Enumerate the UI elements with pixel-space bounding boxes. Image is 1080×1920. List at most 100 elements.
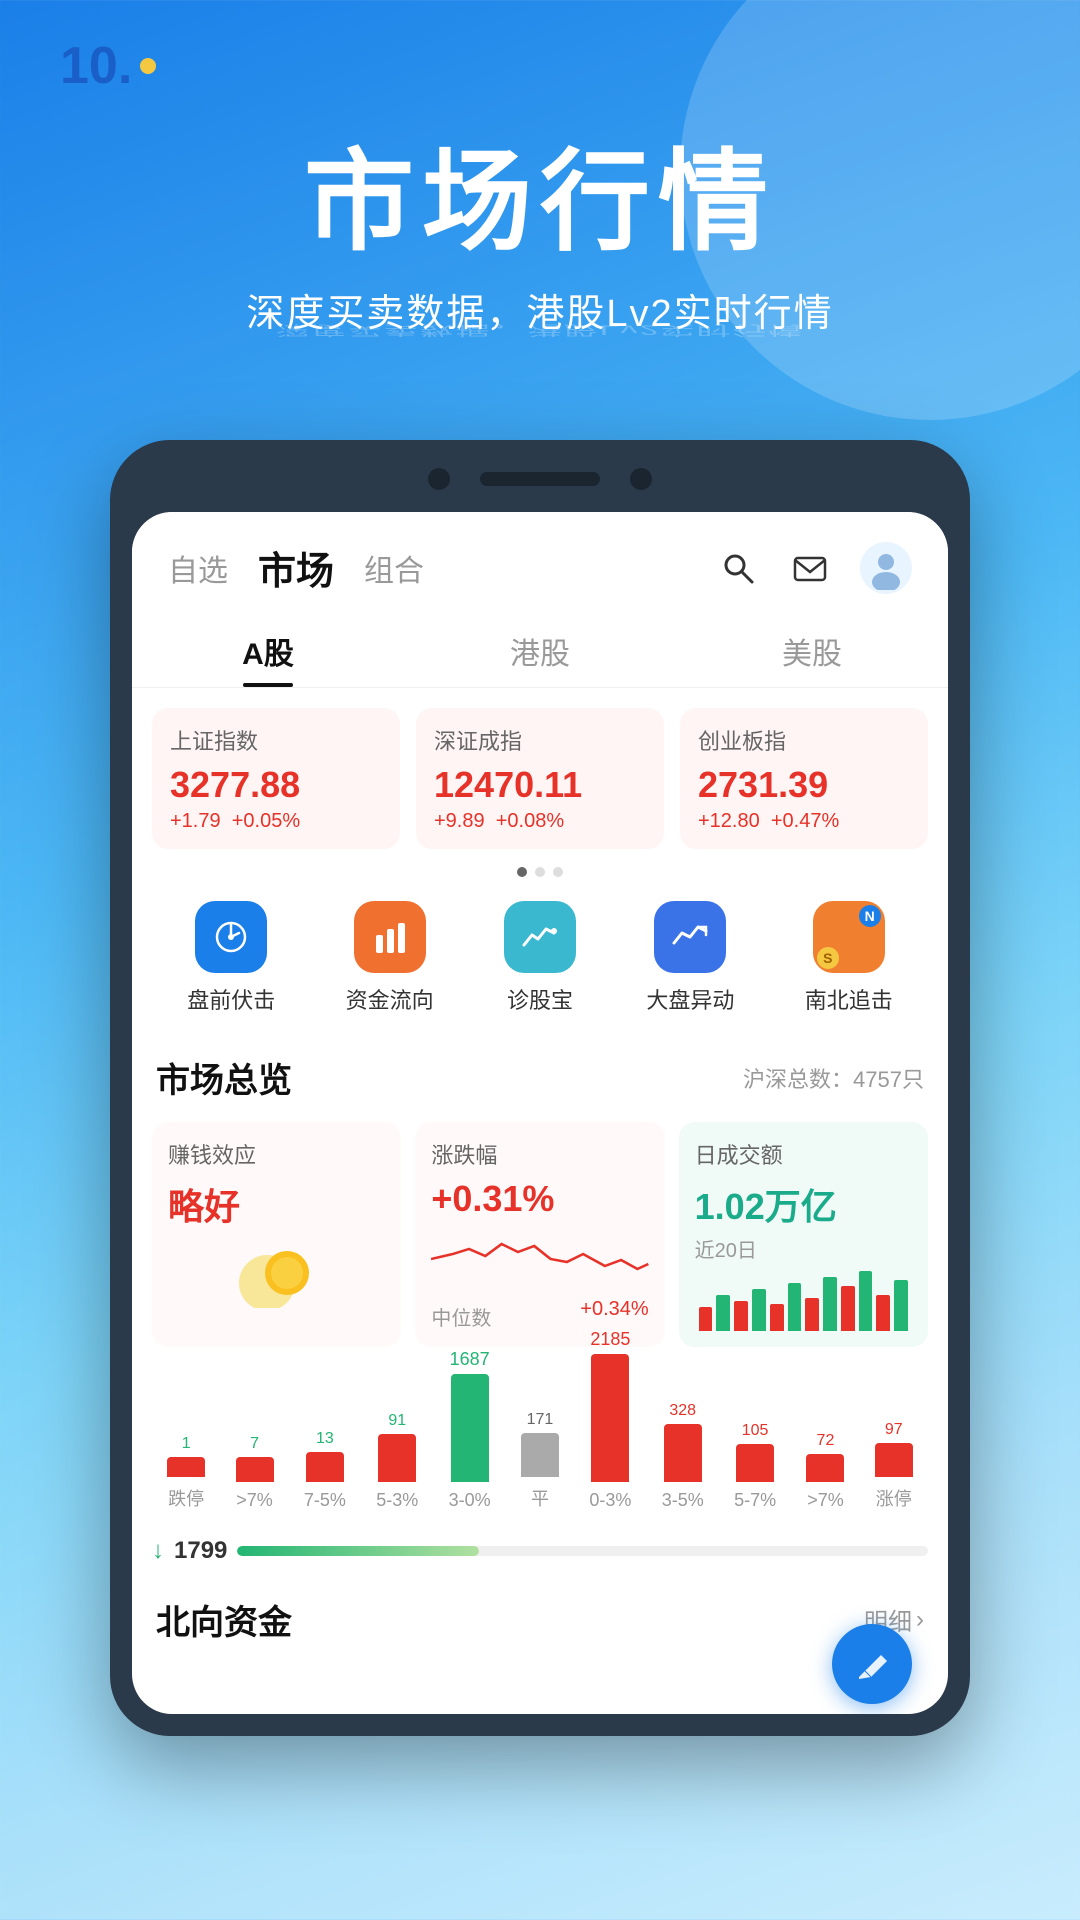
bar-flat bbox=[521, 1433, 559, 1477]
phone-speaker bbox=[480, 472, 600, 486]
dot-1 bbox=[517, 867, 527, 877]
vol-bar-2 bbox=[716, 1295, 730, 1331]
market-card-volume[interactable]: 日成交额 1.02万亿 近20日 bbox=[679, 1122, 928, 1347]
phone-screen: 自选 市场 组合 bbox=[132, 512, 948, 1714]
bar-col-53: 91 5-3% bbox=[376, 1412, 418, 1511]
vol-bar-7 bbox=[805, 1298, 819, 1331]
feature-label-panqian: 盘前伏击 bbox=[187, 983, 275, 1015]
risefall-value: +0.31% bbox=[431, 1178, 648, 1220]
volume-title: 日成交额 bbox=[695, 1138, 912, 1170]
bar-col-zhangtng: 97 涨停 bbox=[875, 1421, 913, 1511]
app-nav: 自选 市场 组合 bbox=[132, 512, 948, 611]
earn-value: 略好 bbox=[168, 1178, 385, 1230]
bar-top-flat: 171 bbox=[527, 1411, 554, 1429]
feature-icon-nanbei: N S bbox=[813, 901, 885, 973]
volume-subtitle: 近20日 bbox=[695, 1234, 912, 1263]
bar-30 bbox=[451, 1374, 489, 1482]
feature-panqian[interactable]: 盘前伏击 bbox=[187, 901, 275, 1015]
nav-item-zuhe[interactable]: 组合 bbox=[364, 546, 424, 590]
market-card-earn[interactable]: 赚钱效应 略好 bbox=[152, 1122, 401, 1347]
bar-g7 bbox=[236, 1457, 274, 1482]
bar-35 bbox=[664, 1424, 702, 1482]
feature-icon-panqian bbox=[195, 901, 267, 973]
sun-icon bbox=[237, 1238, 317, 1308]
nav-item-shichang[interactable]: 市场 bbox=[258, 540, 334, 595]
fab-pen-icon bbox=[851, 1643, 893, 1685]
index-value-shanghai: 3277.88 bbox=[170, 764, 382, 806]
tab-a-shares[interactable]: A股 bbox=[132, 611, 404, 687]
vol-bar-3 bbox=[734, 1301, 748, 1331]
bar-top-l7: 72 bbox=[817, 1432, 835, 1450]
north-section: 北向资金 明细 › bbox=[132, 1579, 948, 1654]
bar-top-75: 13 bbox=[316, 1430, 334, 1448]
index-change-chinext: +12.80 +0.47% bbox=[698, 810, 910, 833]
section-header-market: 市场总览 沪深总数：4757只 bbox=[132, 1035, 948, 1112]
north-funds-title: 北向资金 bbox=[156, 1595, 292, 1644]
feature-label-zijin: 资金流向 bbox=[346, 983, 434, 1015]
bar-col-l7: 72 >7% bbox=[806, 1432, 844, 1511]
index-name-shanghai: 上证指数 bbox=[170, 724, 382, 756]
vol-bar-12 bbox=[894, 1280, 908, 1331]
index-card-shanghai[interactable]: 上证指数 3277.88 +1.79 +0.05% bbox=[152, 708, 400, 849]
indicator-bar-fill bbox=[237, 1546, 479, 1556]
feature-icon-zhengu bbox=[504, 901, 576, 973]
bar-col-57: 105 5-7% bbox=[734, 1422, 776, 1511]
feature-zijin[interactable]: 资金流向 bbox=[346, 901, 434, 1015]
feature-nanbei[interactable]: N S 南北追击 bbox=[805, 901, 893, 1015]
bar-53 bbox=[378, 1434, 416, 1482]
indicator-bar-bg bbox=[237, 1546, 928, 1556]
index-cards: 上证指数 3277.88 +1.79 +0.05% 深证成指 12470.11 … bbox=[132, 688, 948, 859]
fab-button[interactable] bbox=[832, 1624, 912, 1704]
bar-l7 bbox=[806, 1454, 844, 1482]
phone-mockup: 自选 市场 组合 bbox=[110, 440, 970, 1736]
bar-col-ditinting: 1 跌停 bbox=[167, 1435, 205, 1511]
phone-camera bbox=[428, 468, 450, 490]
bar-col-03: 2185 0-3% bbox=[589, 1329, 631, 1511]
avatar[interactable] bbox=[860, 542, 912, 594]
volume-value: 1.02万亿 bbox=[695, 1178, 912, 1230]
bar-section: 1 跌停 7 >7% 1 bbox=[132, 1361, 948, 1527]
bar-col-30: 1687 3-0% bbox=[449, 1349, 491, 1511]
bar-zhangtng bbox=[875, 1443, 913, 1477]
pagination-dots bbox=[132, 859, 948, 885]
index-card-shenzhen[interactable]: 深证成指 12470.11 +9.89 +0.08% bbox=[416, 708, 664, 849]
dot-2 bbox=[535, 867, 545, 877]
bar-bot-ditinting: 跌停 bbox=[168, 1485, 204, 1511]
tab-us-shares[interactable]: 美股 bbox=[676, 611, 948, 687]
bar-top-30: 1687 bbox=[450, 1349, 490, 1370]
tab-hk-shares[interactable]: 港股 bbox=[404, 611, 676, 687]
feature-label-dapan: 大盘异动 bbox=[646, 983, 734, 1015]
feature-icon-dapan bbox=[654, 901, 726, 973]
indicator-arrow: ↓ bbox=[152, 1537, 164, 1565]
bar-57 bbox=[736, 1444, 774, 1482]
screen-inner: 自选 市场 组合 bbox=[132, 512, 948, 1714]
version-dot bbox=[140, 58, 156, 74]
risefall-chart bbox=[431, 1224, 648, 1294]
features-row: 盘前伏击 资金流向 bbox=[132, 885, 948, 1035]
feature-icon-zijin bbox=[354, 901, 426, 973]
bar-chart: 1 跌停 7 >7% 1 bbox=[152, 1371, 928, 1511]
dot-3 bbox=[553, 867, 563, 877]
index-name-shenzhen: 深证成指 bbox=[434, 724, 646, 756]
bar-bot-35: 3-5% bbox=[662, 1490, 704, 1511]
mail-icon[interactable] bbox=[788, 546, 832, 590]
vol-bar-5 bbox=[770, 1304, 784, 1331]
market-count: 沪深总数：4757只 bbox=[743, 1062, 924, 1094]
vol-bar-11 bbox=[876, 1295, 890, 1331]
nav-right bbox=[716, 542, 912, 594]
bar-bot-57: 5-7% bbox=[734, 1490, 776, 1511]
risefall-sub-label: 中位数 bbox=[431, 1302, 491, 1331]
bar-top-03: 2185 bbox=[590, 1329, 630, 1350]
index-card-chinext[interactable]: 创业板指 2731.39 +12.80 +0.47% bbox=[680, 708, 928, 849]
market-cards: 赚钱效应 略好 bbox=[132, 1112, 948, 1361]
vol-bar-4 bbox=[752, 1289, 766, 1331]
bar-top-zhangtng: 97 bbox=[885, 1421, 903, 1439]
feature-zhengu[interactable]: 诊股宝 bbox=[504, 901, 576, 1015]
market-card-risefal[interactable]: 涨跌幅 +0.31% 中位数 +0.34% bbox=[415, 1122, 664, 1347]
nav-item-zixuan[interactable]: 自选 bbox=[168, 546, 228, 590]
search-icon[interactable] bbox=[716, 546, 760, 590]
feature-dapan[interactable]: 大盘异动 bbox=[646, 901, 734, 1015]
hero-subtitle-reflection: 深度买卖数据，港股Lv2实时行情 bbox=[60, 321, 1020, 341]
bar-ditinting bbox=[167, 1457, 205, 1477]
feature-label-nanbei: 南北追击 bbox=[805, 983, 893, 1015]
